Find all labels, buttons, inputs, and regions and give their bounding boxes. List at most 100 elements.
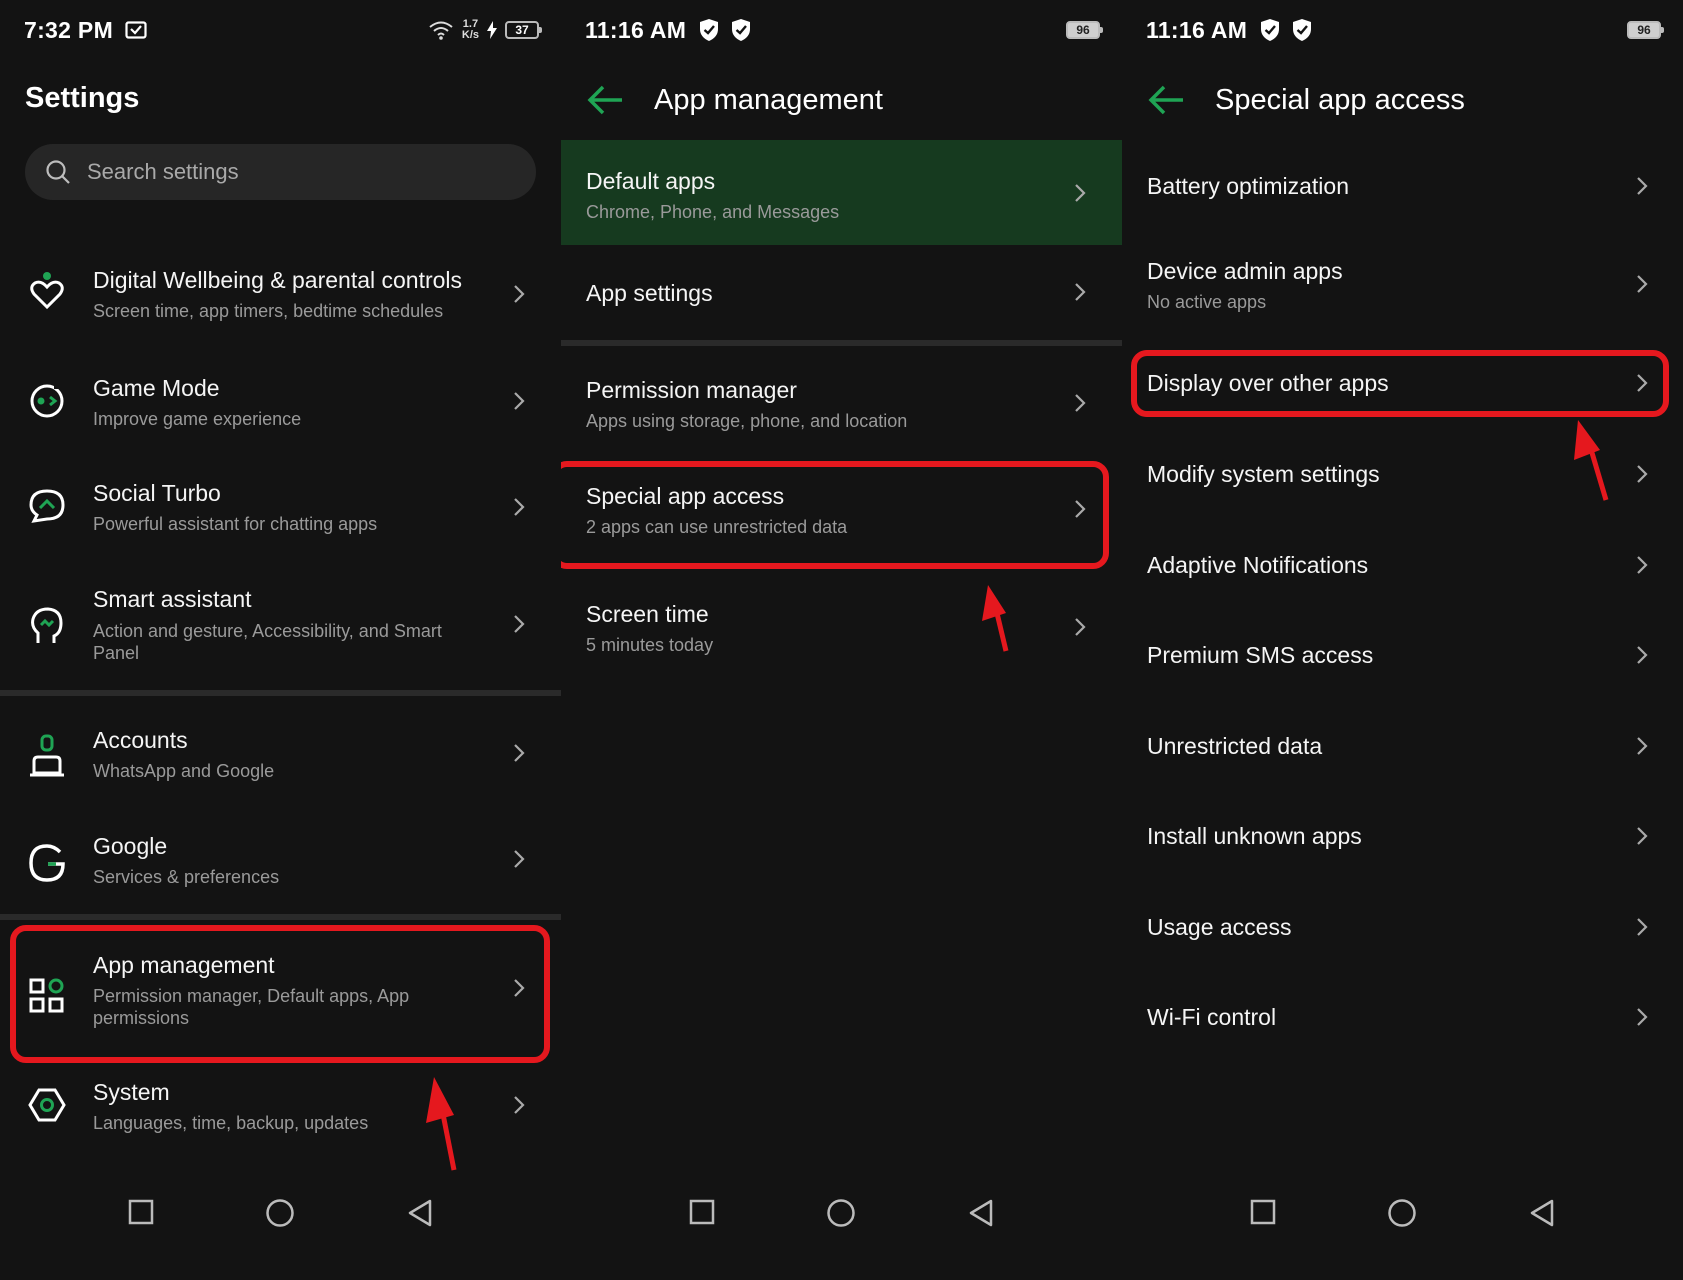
back-arrow-icon[interactable] [1147, 82, 1185, 118]
chevron-right-icon [514, 615, 525, 633]
recents-square-icon[interactable] [688, 1198, 716, 1226]
navigation-bar [1122, 1198, 1683, 1242]
page-title: App management [654, 84, 883, 116]
settings-item-google[interactable]: Google Services & preferences [0, 826, 561, 926]
item-subtitle: Screen time, app timers, bedtime schedul… [93, 301, 444, 321]
chevron-right-icon [514, 392, 525, 410]
item-title: Unrestricted data [1147, 733, 1323, 759]
wellbeing-heart-icon [30, 272, 64, 310]
app-management-item-screen-time[interactable]: Screen time 5 minutes today [561, 590, 1122, 685]
item-subtitle: Action and gesture, Accessibility, and S… [93, 621, 442, 663]
wifi-icon [429, 21, 453, 40]
status-time: 7:32 PM [24, 16, 114, 43]
head-gesture-icon [31, 607, 63, 643]
page-title: Special app access [1215, 84, 1465, 116]
recents-square-icon[interactable] [127, 1198, 155, 1226]
shield-icon [1261, 19, 1280, 41]
chevron-right-icon [514, 1096, 525, 1114]
status-bar: 7:32 PM 1.7 K/s 37 [24, 10, 542, 50]
account-person-icon [30, 734, 64, 777]
recents-square-icon[interactable] [1249, 1198, 1277, 1226]
app-bar: Special app access [1122, 72, 1683, 128]
system-gear-icon [28, 1088, 66, 1122]
item-subtitle: WhatsApp and Google [93, 761, 275, 781]
message-notification-icon [125, 21, 147, 39]
item-title: App management [93, 952, 275, 978]
apps-grid-icon [29, 978, 64, 1013]
settings-item-system[interactable]: System Languages, time, backup, updates [0, 1072, 561, 1172]
back-arrow-icon[interactable] [586, 82, 624, 118]
settings-item-smart-assistant[interactable]: Smart assistant Action and gesture, Acce… [0, 570, 561, 680]
status-bar: 11:16 AM 96 [585, 10, 1103, 50]
item-title: Modify system settings [1147, 461, 1380, 487]
item-subtitle: 5 minutes today [586, 635, 714, 655]
chevron-right-icon [514, 850, 525, 868]
special-access-item-unrestricted-data[interactable]: Unrestricted data [1122, 705, 1683, 783]
chevron-right-icon [1637, 275, 1648, 293]
app-management-item-permission-manager[interactable]: Permission manager Apps using storage, p… [561, 360, 1122, 455]
chevron-right-icon [1075, 394, 1086, 412]
app-management-item-app-settings[interactable]: App settings [561, 250, 1122, 335]
settings-item-accounts[interactable]: Accounts WhatsApp and Google [0, 720, 561, 820]
home-circle-icon[interactable] [826, 1198, 856, 1228]
chevron-right-icon [1637, 556, 1648, 574]
item-title: Special app access [586, 483, 785, 509]
item-title: Digital Wellbeing & parental controls [93, 267, 463, 293]
app-management-panel: 11:16 AM 96 App management Default apps … [561, 0, 1122, 1280]
special-access-item-adaptive-notifications[interactable]: Adaptive Notifications [1122, 524, 1683, 602]
home-circle-icon[interactable] [1387, 1198, 1417, 1228]
item-subtitle: Permission manager, Default apps, App pe… [93, 986, 410, 1028]
chevron-right-icon [514, 498, 525, 516]
game-controller-icon [30, 383, 64, 418]
item-title: Install unknown apps [1147, 823, 1362, 849]
shield-icon [700, 19, 719, 41]
settings-item-social-turbo[interactable]: Social Turbo Powerful assistant for chat… [0, 456, 561, 556]
special-app-access-panel: 11:16 AM 96 Special app access Battery o… [1122, 0, 1683, 1280]
special-access-item-device-admin-apps[interactable]: Device admin apps No active apps [1122, 240, 1683, 330]
page-title: Settings [25, 82, 140, 114]
settings-panel: 7:32 PM 1.7K/s 37 Settings Digital Wellb… [0, 0, 561, 1280]
section-divider [561, 340, 1122, 346]
chevron-right-icon [514, 979, 525, 997]
settings-item-digital-wellbeing[interactable]: Digital Wellbeing & parental controls Sc… [0, 240, 561, 340]
item-title: Permission manager [586, 377, 797, 403]
item-title: Battery optimization [1147, 173, 1349, 199]
item-title: App settings [586, 280, 713, 306]
item-subtitle: Apps using storage, phone, and location [586, 411, 908, 431]
item-subtitle: No active apps [1147, 292, 1267, 312]
section-divider [0, 690, 561, 696]
special-access-item-usage-access[interactable]: Usage access [1122, 886, 1683, 964]
item-subtitle: 2 apps can use unrestricted data [586, 517, 848, 537]
settings-item-game-mode[interactable]: Game Mode Improve game experience [0, 350, 561, 450]
app-management-item-special-app-access[interactable]: Special app access 2 apps can use unrest… [561, 470, 1122, 565]
item-title: System [93, 1079, 170, 1105]
section-divider [0, 914, 561, 920]
status-time: 11:16 AM [585, 16, 687, 43]
item-subtitle: Services & preferences [93, 867, 280, 887]
home-circle-icon[interactable] [265, 1198, 295, 1228]
settings-item-app-management[interactable]: App management Permission manager, Defau… [0, 940, 561, 1050]
back-triangle-icon[interactable] [406, 1198, 434, 1228]
special-access-item-wifi-control[interactable]: Wi-Fi control [1122, 977, 1683, 1055]
search-bar[interactable] [25, 144, 536, 200]
item-subtitle: Chrome, Phone, and Messages [586, 202, 840, 222]
pointer-arrow-icon [426, 1077, 457, 1171]
chevron-right-icon [1637, 1008, 1648, 1026]
chevron-right-icon [1075, 283, 1086, 301]
search-input[interactable] [85, 158, 489, 186]
item-title: Game Mode [93, 375, 220, 401]
back-triangle-icon[interactable] [967, 1198, 995, 1228]
special-access-item-premium-sms-access[interactable]: Premium SMS access [1122, 615, 1683, 693]
app-management-item-default-apps[interactable]: Default apps Chrome, Phone, and Messages [561, 140, 1122, 245]
special-access-item-battery-optimization[interactable]: Battery optimization [1122, 148, 1683, 226]
battery-indicator: 96 [1066, 21, 1103, 39]
back-triangle-icon[interactable] [1528, 1198, 1556, 1228]
chat-bubble-icon [29, 489, 65, 523]
search-icon [46, 160, 70, 184]
charging-bolt-icon [487, 21, 497, 39]
special-access-item-install-unknown-apps[interactable]: Install unknown apps [1122, 796, 1683, 874]
chevron-right-icon [1075, 500, 1086, 518]
chevron-right-icon [1637, 646, 1648, 664]
network-speed-unit: K/s [461, 29, 479, 41]
item-title: Smart assistant [93, 586, 252, 612]
